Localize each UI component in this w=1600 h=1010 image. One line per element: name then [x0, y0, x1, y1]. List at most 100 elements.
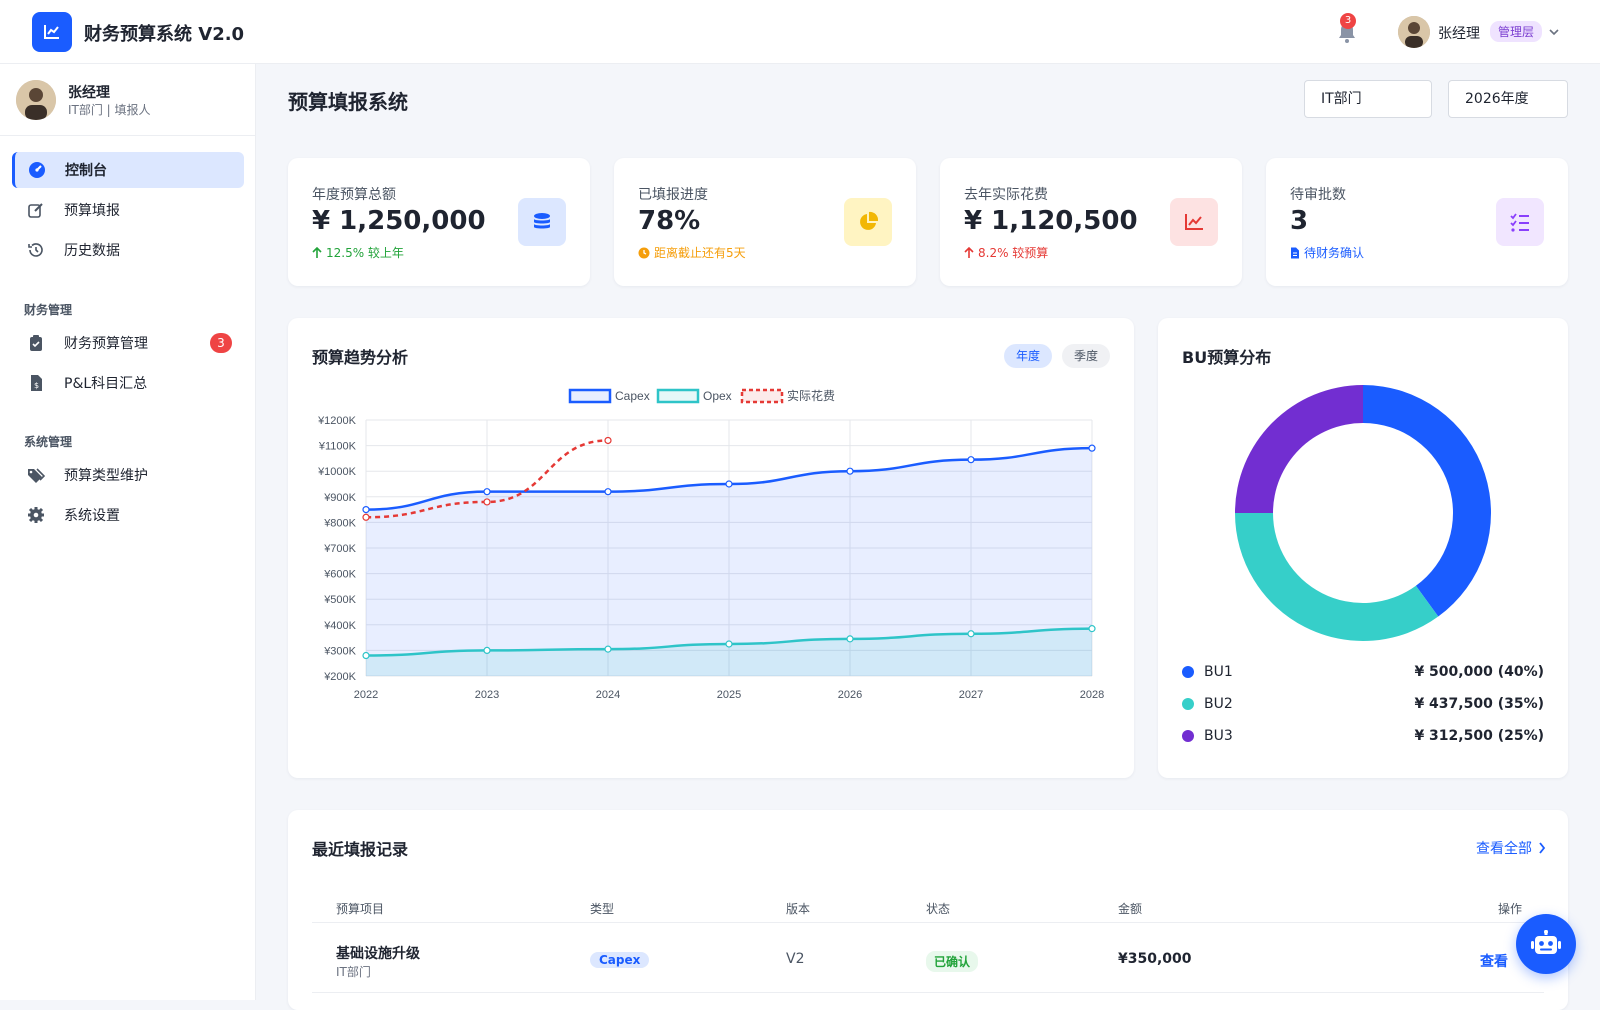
x-tick-label: 2027 [959, 689, 983, 701]
stat-value: 78% [638, 206, 701, 236]
legend-label: 实际花费 [787, 388, 835, 403]
legend-dot [1182, 730, 1194, 742]
trend-chart: ¥200K ¥300K ¥400K ¥500K ¥600K ¥700K ¥800K ¥900K… [317, 388, 1104, 701]
stat-foot: 12.5% 较上年 [312, 244, 404, 261]
role-badge: 管理层 [1490, 21, 1543, 42]
notification-badge: 3 [1340, 13, 1356, 29]
clock-icon [638, 247, 650, 258]
stat-label: 去年实际花费 [964, 187, 1048, 203]
stat-foot-text: 距离截止还有5天 [654, 246, 746, 260]
status-badge: 已确认 [926, 951, 979, 972]
y-tick-label: ¥300K [323, 645, 356, 657]
data-point [483, 646, 491, 654]
bu-legend-row: BU3 ¥ 312,500 (25%) [1182, 725, 1544, 747]
chevron-right-icon [1539, 842, 1546, 854]
legend-swatch [740, 388, 784, 404]
bu-legend-row: BU1 ¥ 500,000 (40%) [1182, 661, 1544, 683]
gear-icon [26, 505, 46, 525]
toggle-quarterly[interactable]: 季度 [1062, 344, 1111, 368]
data-point [604, 488, 612, 496]
stat-foot: 8.2% 较预算 [964, 244, 1048, 261]
data-point [604, 436, 612, 445]
edit-icon [26, 200, 46, 220]
department-select[interactable]: IT部门 [1304, 80, 1432, 118]
sidebar-item-budget-types[interactable]: 预算类型维护 [12, 457, 244, 493]
column-header: 金额 [1118, 902, 1143, 916]
legend-dot [1182, 666, 1194, 678]
column-header: 预算项目 [336, 902, 385, 916]
y-tick-label: ¥600K [323, 569, 356, 581]
assistant-button[interactable] [1516, 914, 1576, 974]
legend-swatch [568, 388, 612, 404]
line-chart-icon [44, 25, 59, 39]
bu-value: ¥ 500,000 (40%) [1414, 664, 1544, 680]
type-badge: Capex [590, 952, 650, 968]
history-icon [26, 240, 46, 260]
stat-value: 3 [1290, 206, 1309, 236]
trend-card: 预算趋势分析 年度 季度 ¥200K ¥300K ¥400K ¥500K ¥600K ¥7… [288, 318, 1134, 778]
sidebar-item-history[interactable]: 历史数据 [12, 232, 244, 268]
stat-card-progress: 已填报进度 78% 距离截止还有5天 [614, 158, 916, 286]
x-tick-label: 2022 [354, 689, 378, 701]
bu-label: BU2 [1204, 696, 1233, 712]
year-select[interactable]: 2026年度 [1448, 80, 1568, 118]
column-header: 状态 [926, 902, 951, 916]
sidebar: 张经理 IT部门 | 填报人 控制台 预算填报 历史数据 财务管理 财务预算管理… [0, 64, 256, 1000]
trend-title: 预算趋势分析 [312, 348, 409, 367]
y-tick-label: ¥200K [323, 671, 356, 683]
stat-foot: 距离截止还有5天 [638, 244, 746, 261]
view-record-link[interactable]: 查看 [1480, 951, 1508, 971]
data-point [967, 630, 975, 638]
sidebar-item-pl-summary[interactable]: $ P&L科目汇总 [12, 365, 244, 401]
view-all-link[interactable]: 查看全部 [1476, 838, 1546, 858]
data-point [362, 506, 370, 514]
table-row: 基础设施升级 IT部门 Capex V2 已确认 ¥350,000 查看 [288, 923, 1568, 993]
stat-foot-text: 8.2% 较预算 [978, 246, 1049, 260]
sidebar-item-settings[interactable]: 系统设置 [12, 497, 244, 533]
bu-value: ¥ 312,500 (25%) [1414, 728, 1544, 744]
clipboard-check-icon [26, 333, 46, 353]
data-point [1088, 625, 1096, 633]
data-point [967, 456, 975, 464]
sidebar-item-budget-management[interactable]: 财务预算管理 3 [12, 325, 244, 361]
donut-slice-bu1 [1363, 385, 1491, 617]
x-tick-label: 2024 [596, 689, 620, 701]
stat-card-pending: 待审批数 3 待财务确认 [1266, 158, 1568, 286]
column-header: 版本 [786, 902, 811, 916]
data-point [846, 635, 854, 643]
y-tick-label: ¥1100K [318, 441, 357, 453]
records-title: 最近填报记录 [312, 840, 409, 859]
tags-icon [26, 465, 46, 485]
sidebar-item-budget-entry[interactable]: 预算填报 [12, 192, 244, 228]
top-user-name[interactable]: 张经理 [1438, 23, 1480, 43]
legend-label: Opex [703, 389, 732, 403]
sidebar-item-label: 控制台 [65, 163, 107, 179]
record-dept: IT部门 [336, 965, 371, 979]
sidebar-user-role: IT部门 | 填报人 [68, 103, 151, 117]
sidebar-item-dashboard[interactable]: 控制台 [12, 152, 244, 188]
y-tick-label: ¥700K [323, 543, 356, 555]
nav-section-system: 系统管理 [24, 435, 73, 449]
arrow-up-icon [964, 246, 974, 258]
x-tick-label: 2025 [717, 689, 741, 701]
stat-foot[interactable]: 待财务确认 [1290, 244, 1364, 261]
dashboard-icon [27, 160, 47, 180]
pie-icon [844, 198, 892, 246]
sidebar-item-label: 财务预算管理 [64, 336, 148, 352]
toggle-yearly[interactable]: 年度 [1004, 344, 1053, 368]
avatar[interactable] [1398, 16, 1430, 48]
table-divider [312, 992, 1544, 993]
data-point [1088, 444, 1096, 452]
data-point [483, 498, 491, 506]
file-invoice-icon: $ [26, 373, 46, 393]
stat-label: 年度预算总额 [312, 187, 396, 203]
record-amount: ¥350,000 [1118, 951, 1192, 967]
data-point [483, 488, 491, 496]
column-header: 操作 [1498, 902, 1523, 916]
legend-label: Capex [615, 389, 650, 403]
stat-foot-text: 待财务确认 [1304, 246, 1365, 260]
data-point [362, 513, 370, 521]
y-tick-label: ¥800K [323, 517, 356, 529]
chevron-down-icon[interactable] [1548, 26, 1560, 38]
top-bar: 财务预算系统 V2.0 3 张经理 管理层 [0, 0, 1600, 64]
